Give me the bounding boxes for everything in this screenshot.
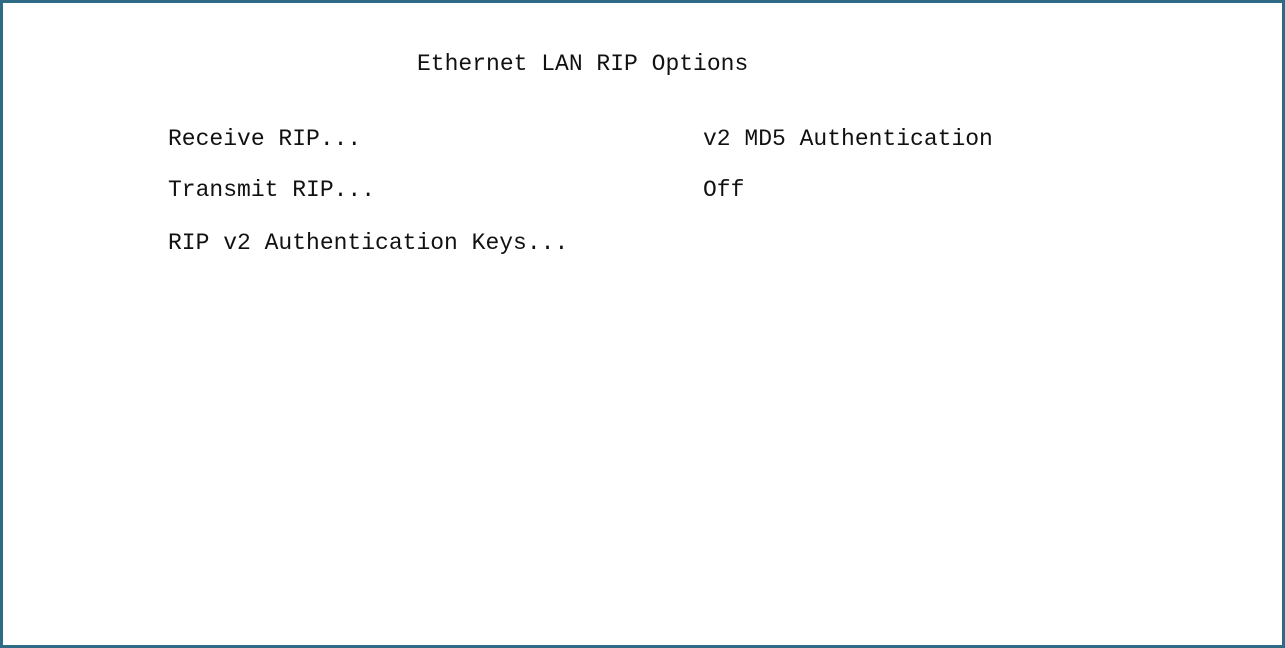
- menu-item-receive-rip[interactable]: Receive RIP...: [168, 126, 361, 152]
- screen-title: Ethernet LAN RIP Options: [417, 51, 749, 77]
- menu-item-rip-v2-authentication-keys[interactable]: RIP v2 Authentication Keys...: [168, 230, 568, 256]
- terminal-window: Ethernet LAN RIP Options Receive RIP... …: [0, 0, 1285, 648]
- receive-rip-value: v2 MD5 Authentication: [703, 126, 993, 152]
- transmit-rip-value: Off: [703, 177, 745, 203]
- menu-item-transmit-rip[interactable]: Transmit RIP...: [168, 177, 375, 203]
